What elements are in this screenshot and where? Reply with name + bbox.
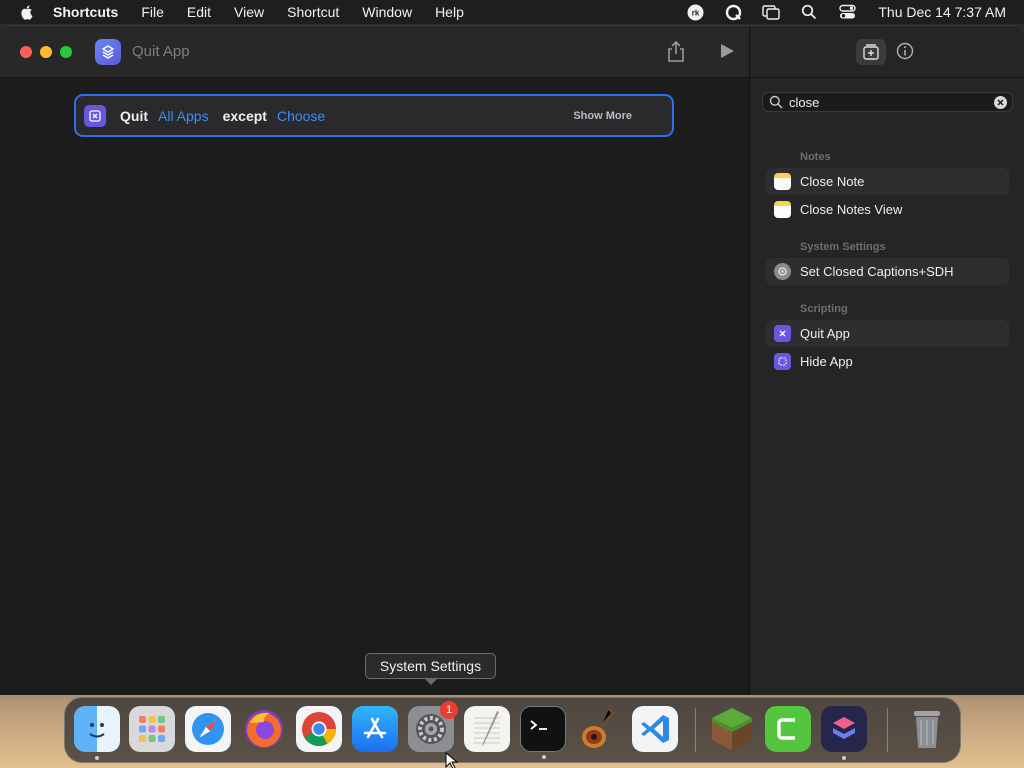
search-results: Notes Close Note Close Notes View System… <box>766 146 1009 376</box>
menu-view[interactable]: View <box>234 4 264 20</box>
system-settings-icon[interactable]: 1 <box>408 701 458 752</box>
sidebar-toolbar <box>750 26 1024 78</box>
quit-app-icon <box>774 325 791 342</box>
action-library-button[interactable] <box>856 39 886 65</box>
dock-tooltip: System Settings <box>365 653 496 685</box>
action-search-field[interactable] <box>762 92 1013 112</box>
dock-separator <box>887 708 888 752</box>
search-input[interactable] <box>789 94 989 110</box>
finder-icon[interactable] <box>74 706 120 760</box>
shortcut-icon[interactable] <box>95 39 121 65</box>
notes-app-icon <box>774 201 791 218</box>
group-header-notes: Notes <box>800 151 831 163</box>
svg-text:rk: rk <box>692 8 700 17</box>
result-label: Quit App <box>800 326 850 341</box>
running-indicator <box>95 756 99 760</box>
play-icon[interactable] <box>718 42 736 60</box>
terminal-icon[interactable] <box>520 706 566 759</box>
minecraft-icon[interactable] <box>709 706 755 752</box>
safari-icon[interactable] <box>185 706 231 752</box>
vscode-icon[interactable] <box>632 706 678 752</box>
running-indicator <box>842 756 846 760</box>
notification-badge: 1 <box>440 701 458 719</box>
choose-parameter[interactable]: Choose <box>277 108 325 124</box>
trash-icon[interactable] <box>904 706 950 752</box>
dock-separator <box>695 708 696 752</box>
menu-clock[interactable]: Thu Dec 14 7:37 AM <box>878 4 1006 20</box>
title-bar: Quit App <box>0 26 749 78</box>
result-quit-app[interactable]: Quit App <box>766 320 1009 347</box>
result-label: Set Closed Captions+SDH <box>800 264 954 279</box>
quicksilver-icon[interactable] <box>724 3 742 21</box>
control-center-icon[interactable] <box>838 3 856 21</box>
settings-gear-icon <box>774 263 791 280</box>
apple-icon[interactable] <box>19 4 35 20</box>
notes-app-icon <box>774 173 791 190</box>
share-icon[interactable] <box>666 40 686 62</box>
textedit-icon[interactable] <box>464 706 510 752</box>
quit-app-icon <box>84 104 106 127</box>
firefox-icon[interactable] <box>241 706 287 752</box>
editor-canvas[interactable]: Quit All Apps except Choose Show More <box>0 79 749 695</box>
dock: 1 <box>64 697 961 763</box>
close-window-button[interactable] <box>20 46 32 58</box>
result-label: Close Notes View <box>800 202 903 217</box>
result-hide-app[interactable]: Hide App <box>766 348 1009 375</box>
shortcuts-app-icon[interactable] <box>821 706 867 760</box>
mouse-pointer-icon <box>445 752 459 768</box>
garageband-icon[interactable] <box>576 706 622 752</box>
app-store-icon[interactable] <box>352 706 398 752</box>
chrome-icon[interactable] <box>296 706 342 752</box>
camtasia-icon[interactable] <box>765 706 811 752</box>
menu-bar: Shortcuts File Edit View Shortcut Window… <box>0 0 1024 24</box>
maximize-window-button[interactable] <box>60 46 72 58</box>
shortcuts-window: Quit App Quit All Apps except Choose Sho… <box>0 25 1024 695</box>
action-verb: Quit <box>120 107 148 124</box>
action-library-sidebar: Notes Close Note Close Notes View System… <box>749 26 1024 695</box>
result-label: Hide App <box>800 354 853 369</box>
shortcut-title[interactable]: Quit App <box>132 43 190 60</box>
result-set-closed-captions[interactable]: Set Closed Captions+SDH <box>766 258 1009 285</box>
search-icon <box>769 95 783 109</box>
rk-icon[interactable]: rk <box>686 3 704 21</box>
info-icon[interactable] <box>896 42 914 60</box>
menu-help[interactable]: Help <box>435 4 464 20</box>
action-connector: except <box>222 107 267 124</box>
minimize-window-button[interactable] <box>40 46 52 58</box>
hide-app-icon <box>774 353 791 370</box>
menu-edit[interactable]: Edit <box>187 4 211 20</box>
menu-shortcut[interactable]: Shortcut <box>287 4 339 20</box>
menu-file[interactable]: File <box>141 4 164 20</box>
launchpad-icon[interactable] <box>129 706 175 752</box>
running-indicator <box>542 755 546 759</box>
group-header-scripting: Scripting <box>800 303 848 315</box>
search-icon[interactable] <box>800 3 818 21</box>
group-header-system-settings: System Settings <box>800 241 886 253</box>
show-more-button[interactable]: Show More <box>573 110 632 122</box>
display-icon[interactable] <box>762 3 781 21</box>
result-close-notes-view[interactable]: Close Notes View <box>766 196 1009 223</box>
result-label: Close Note <box>800 174 865 189</box>
menu-window[interactable]: Window <box>362 4 412 20</box>
result-close-note[interactable]: Close Note <box>766 168 1009 195</box>
menu-app-name[interactable]: Shortcuts <box>53 4 118 20</box>
apps-parameter[interactable]: All Apps <box>158 108 209 124</box>
quit-app-action[interactable]: Quit All Apps except Choose Show More <box>74 94 674 137</box>
clear-search-icon[interactable] <box>994 96 1007 109</box>
